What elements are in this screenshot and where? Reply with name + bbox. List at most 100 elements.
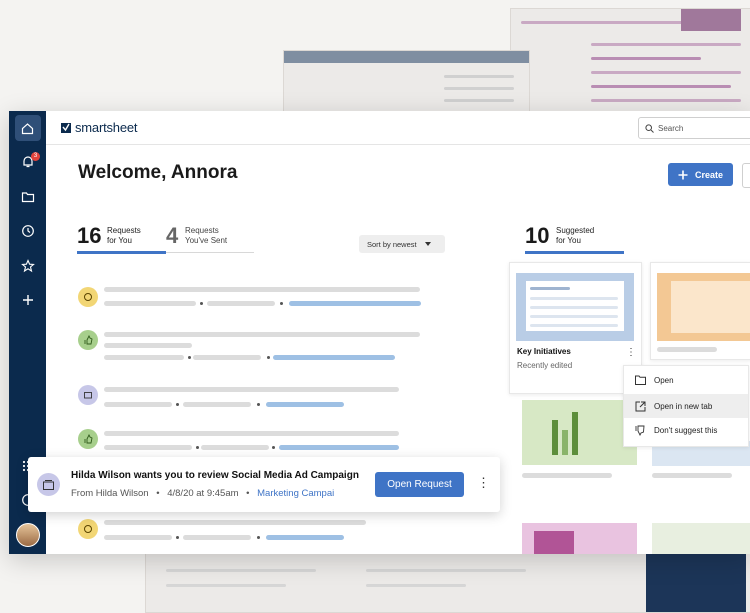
skeleton-line bbox=[104, 445, 192, 450]
separator-dot bbox=[196, 446, 199, 449]
skeleton-line bbox=[183, 402, 251, 407]
suggested-card-green-2 bbox=[652, 523, 750, 554]
brand-logo[interactable]: smartsheet bbox=[61, 120, 138, 135]
requests-sent-label-2: You've Sent bbox=[185, 236, 228, 245]
create-button[interactable]: Create bbox=[668, 163, 733, 186]
background-sheet-window-bottom bbox=[145, 553, 750, 613]
separator-dot bbox=[267, 356, 270, 359]
requests-for-you-label-1: Requests bbox=[107, 226, 141, 235]
menu-item-label: Open bbox=[654, 375, 674, 385]
skeleton-line bbox=[104, 301, 196, 306]
skeleton-link bbox=[266, 535, 344, 540]
suggested-label-2: for You bbox=[556, 236, 581, 245]
star-icon[interactable] bbox=[9, 255, 46, 277]
suggested-count: 10 bbox=[525, 223, 550, 248]
skeleton-line bbox=[193, 355, 261, 360]
suggested-card-orange[interactable] bbox=[650, 262, 750, 360]
notification-badge: 3 bbox=[31, 152, 40, 161]
skeleton-line bbox=[104, 355, 184, 360]
background-sheet-window-mid bbox=[283, 50, 530, 114]
skeleton-line bbox=[183, 535, 251, 540]
skeleton-line bbox=[104, 431, 399, 436]
toast-title: Hilda Wilson wants you to review Social … bbox=[71, 470, 359, 481]
list-item-avatar bbox=[78, 385, 98, 405]
page-title: Welcome, Annora bbox=[78, 162, 238, 183]
tab-requests-for-you[interactable]: 16 Requests for You bbox=[77, 223, 166, 255]
suggested-label-1: Suggested bbox=[556, 226, 595, 235]
card-thumbnail bbox=[516, 273, 634, 341]
skeleton-line bbox=[104, 520, 366, 525]
external-link-icon bbox=[635, 401, 645, 411]
menu-item-open[interactable]: Open bbox=[624, 368, 748, 392]
more-vertical-icon[interactable]: ⋮ bbox=[626, 347, 636, 358]
separator-dot bbox=[280, 302, 283, 305]
open-request-label: Open Request bbox=[387, 479, 452, 490]
card-subtitle: Recently edited bbox=[517, 361, 573, 370]
tab-requests-sent[interactable]: 4 Requests You've Sent bbox=[166, 223, 255, 255]
context-menu: Open Open in new tab Don't suggest this bbox=[623, 365, 749, 447]
requests-for-you-count: 16 bbox=[77, 223, 102, 248]
top-bar: smartsheet Search bbox=[46, 111, 750, 145]
skeleton-line bbox=[207, 301, 275, 306]
suggested-underline bbox=[525, 251, 624, 254]
clock-icon[interactable] bbox=[9, 220, 46, 242]
separator-dot bbox=[272, 446, 275, 449]
menu-item-label: Don't suggest this bbox=[654, 425, 718, 435]
user-avatar[interactable] bbox=[16, 523, 40, 547]
requests-sent-count: 4 bbox=[166, 223, 179, 248]
separator-dot bbox=[176, 403, 179, 406]
chevron-down-icon bbox=[424, 241, 431, 246]
create-button-label: Create bbox=[695, 169, 724, 180]
skeleton-link bbox=[273, 355, 395, 360]
open-request-button[interactable]: Open Request bbox=[375, 472, 464, 497]
toast-from: From Hilda Wilson bbox=[71, 488, 149, 499]
search-box[interactable]: Search bbox=[638, 117, 750, 139]
sort-dropdown[interactable]: Sort by newest bbox=[359, 235, 445, 253]
list-item-avatar bbox=[78, 429, 98, 449]
home-icon[interactable] bbox=[9, 115, 46, 141]
request-toast: Hilda Wilson wants you to review Social … bbox=[28, 457, 500, 512]
bell-icon[interactable]: 3 bbox=[9, 151, 46, 173]
separator-dot bbox=[188, 356, 191, 359]
suggested-card-purple bbox=[522, 523, 637, 554]
folder-icon[interactable] bbox=[9, 186, 46, 208]
list-item-avatar bbox=[78, 519, 98, 539]
more-vertical-icon[interactable]: ⋮ bbox=[477, 475, 490, 491]
plus-icon bbox=[678, 170, 688, 179]
skeleton-line bbox=[652, 473, 732, 478]
separator-dot bbox=[257, 403, 260, 406]
sort-label: Sort by newest bbox=[367, 239, 417, 249]
list-item-avatar bbox=[78, 330, 98, 350]
toast-date: 4/8/20 at 9:45am bbox=[167, 488, 239, 499]
sheet-icon bbox=[43, 479, 54, 490]
flag-icon[interactable] bbox=[742, 163, 750, 188]
thumbs-down-icon bbox=[635, 425, 644, 436]
requests-for-you-label-2: for You bbox=[107, 236, 132, 245]
toast-avatar bbox=[37, 473, 60, 496]
menu-item-open-new-tab[interactable]: Open in new tab bbox=[624, 394, 748, 418]
skeleton-line bbox=[104, 387, 399, 392]
skeleton-line bbox=[104, 332, 420, 337]
brand-name: smartsheet bbox=[75, 120, 138, 135]
toast-workspace-link[interactable]: Marketing Campai bbox=[257, 488, 334, 499]
separator-dot bbox=[257, 536, 260, 539]
skeleton-line bbox=[104, 402, 172, 407]
background-sheet-window-top bbox=[510, 8, 750, 118]
toast-meta: From Hilda Wilson • 4/8/20 at 9:45am • M… bbox=[71, 488, 334, 499]
plus-icon[interactable] bbox=[9, 289, 46, 311]
menu-item-dont-suggest[interactable]: Don't suggest this bbox=[624, 418, 748, 442]
skeleton-link bbox=[289, 301, 421, 306]
card-thumbnail bbox=[657, 273, 750, 341]
skeleton-line bbox=[104, 287, 420, 292]
separator-dot bbox=[200, 302, 203, 305]
search-icon bbox=[645, 123, 654, 133]
search-input[interactable]: Search bbox=[658, 124, 683, 133]
separator-dot: • bbox=[246, 488, 250, 499]
requests-sent-label-1: Requests bbox=[185, 226, 219, 235]
card-title: Key Initiatives bbox=[517, 347, 571, 356]
skeleton-line bbox=[201, 445, 269, 450]
suggested-card-green bbox=[522, 400, 637, 465]
skeleton-line bbox=[104, 535, 172, 540]
active-tab-underline bbox=[77, 251, 166, 254]
tab-suggested[interactable]: 10 Suggested for You bbox=[525, 223, 624, 255]
